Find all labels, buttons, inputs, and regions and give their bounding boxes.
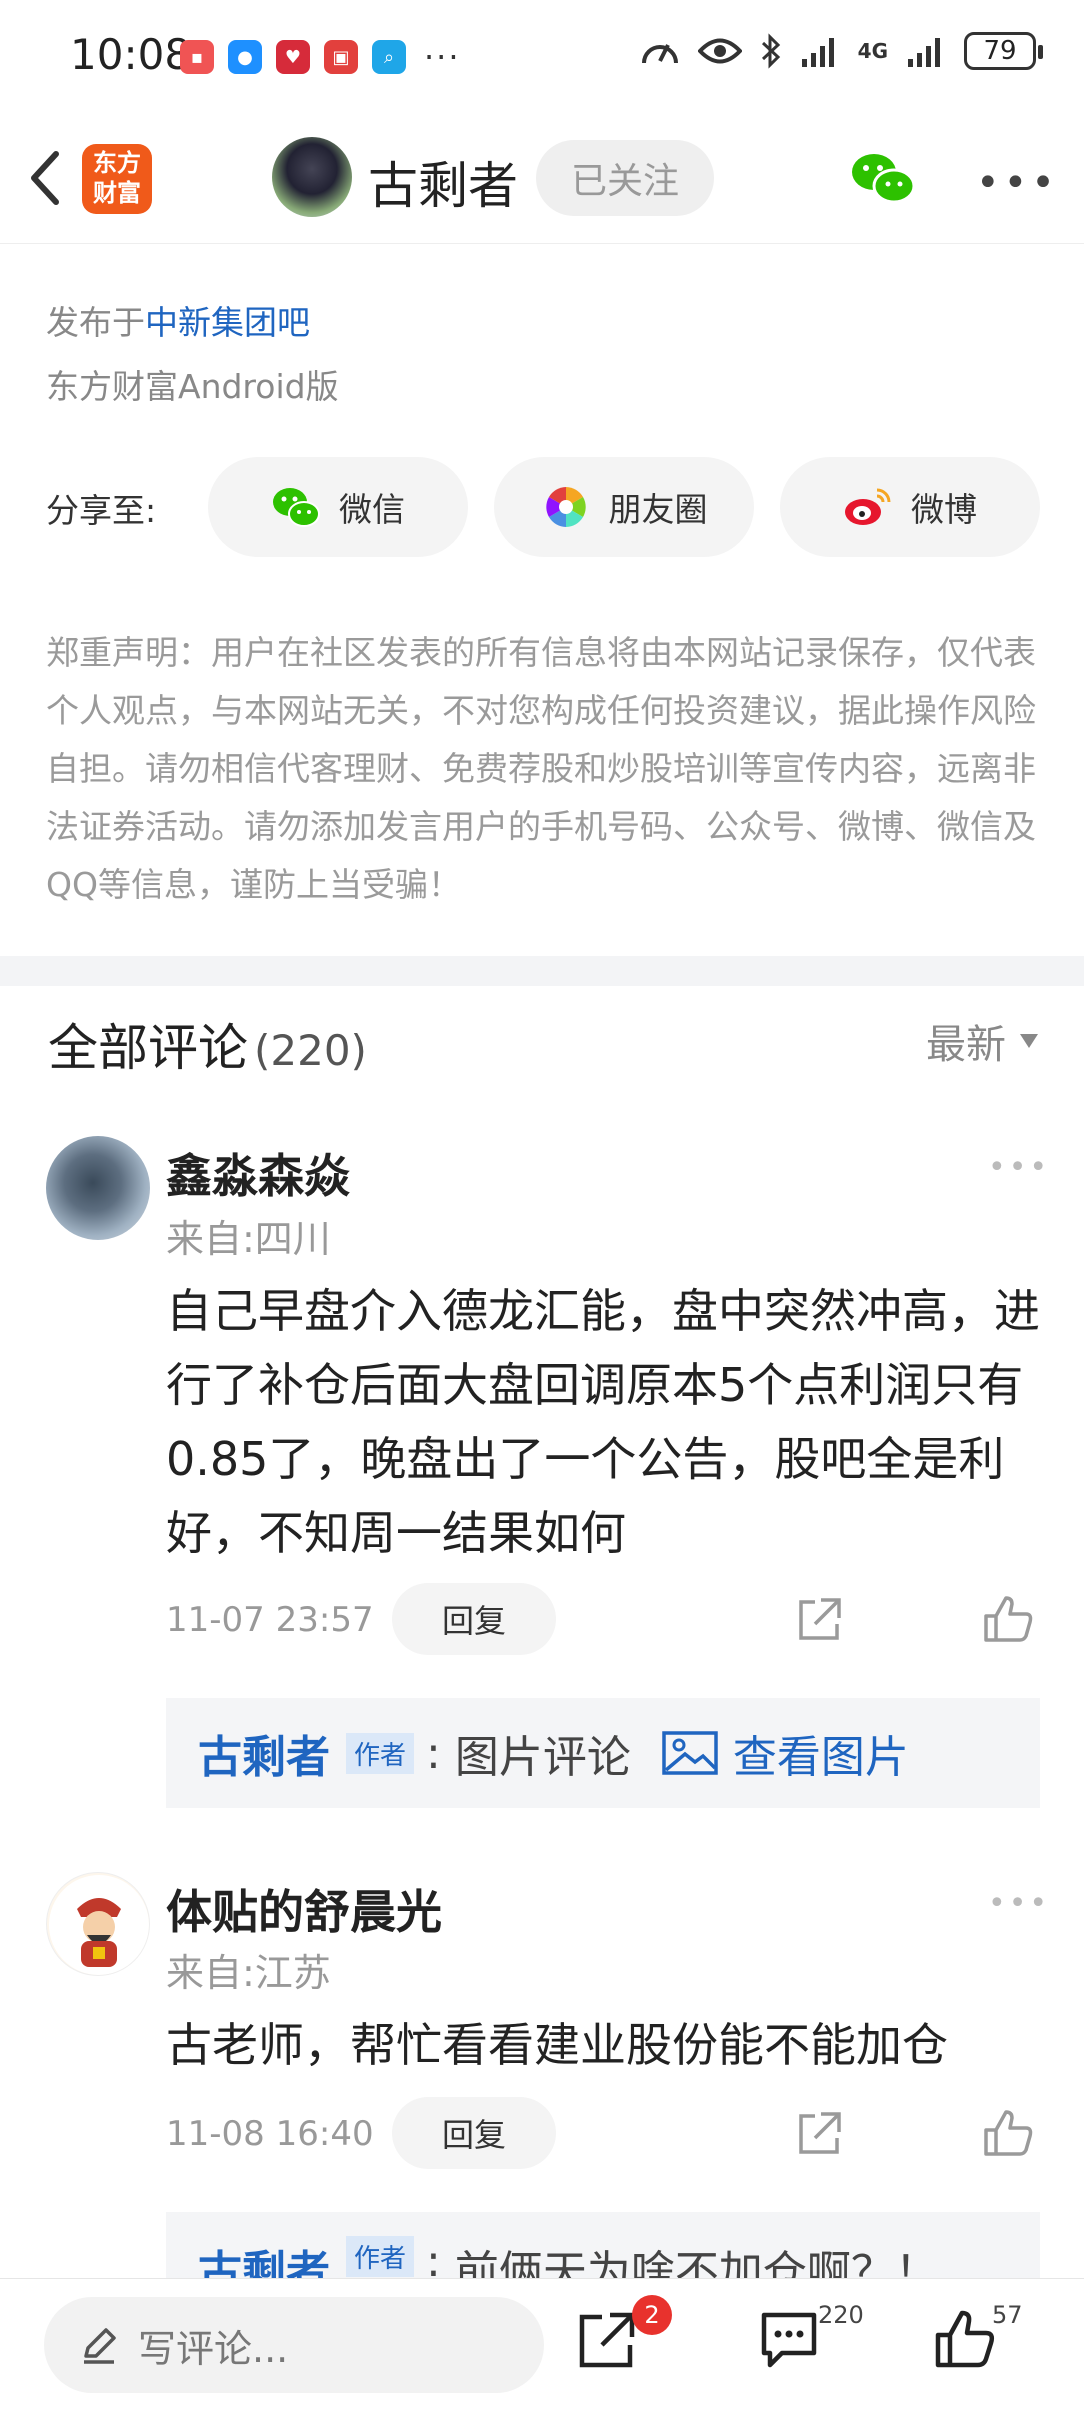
comment-icon[interactable] xyxy=(758,2309,820,2371)
section-divider xyxy=(0,956,1084,986)
sub-reply-text: 前俩天为啥不加仓啊？！ xyxy=(454,2247,939,2278)
speed-icon xyxy=(641,44,678,64)
sub-reply-author[interactable]: 古剩者 xyxy=(198,2236,330,2278)
write-comment-placeholder: 写评论... xyxy=(138,2326,289,2371)
forum-link[interactable]: 中新集团吧 xyxy=(145,303,310,342)
sort-dropdown[interactable]: 最新 xyxy=(926,1012,1038,1070)
write-comment-input[interactable]: 写评论... xyxy=(44,2297,544,2393)
like-icon[interactable] xyxy=(934,2309,996,2371)
share-icon[interactable] xyxy=(795,2110,843,2158)
comments-title: 全部评论 (220) xyxy=(48,1008,367,1080)
share-moments-label: 朋友圈 xyxy=(608,490,708,529)
author-sub-reply[interactable]: 古剩者 作者 : 图片评论 查看图片 xyxy=(166,1698,1040,1808)
more-options-icon[interactable]: ••• xyxy=(976,160,1059,206)
search-notification-icon: ⌕ xyxy=(372,40,406,74)
author-name[interactable]: 古剩者 xyxy=(368,146,518,218)
sort-label: 最新 xyxy=(926,1022,1006,1068)
comment-time: 11-07 23:57 xyxy=(166,1600,374,1640)
bottom-action-bar: 写评论... 2 220 57 xyxy=(0,2278,1084,2412)
dropdown-arrow-icon xyxy=(1020,1034,1038,1048)
image-icon[interactable] xyxy=(661,1730,719,1776)
like-count: 57 xyxy=(992,2301,1023,2329)
post-platform: 东方财富Android版 xyxy=(46,367,339,406)
sub-reply-separator: : xyxy=(426,2236,441,2278)
post-source: 发布于中新集团吧 xyxy=(46,296,310,344)
comment-count: 220 xyxy=(818,2301,864,2329)
author-tag: 作者 xyxy=(346,2236,415,2277)
signal-icon xyxy=(801,38,834,67)
like-icon[interactable] xyxy=(982,2108,1034,2158)
comment-text: 自己早盘介入德龙汇能，盘中突然冲高，进行了补仓后面大盘回调原本5个点利润只有0.… xyxy=(166,1284,1040,1560)
comments-title-label: 全部评论 xyxy=(48,1019,248,1077)
pencil-icon xyxy=(84,2328,116,2364)
top-navigation-bar: 东方 财富 古剩者 已关注 ••• xyxy=(0,110,1084,244)
signal-icon-2 xyxy=(908,38,940,67)
like-icon[interactable] xyxy=(982,1594,1034,1644)
disclaimer-text: 郑重声明：用户在社区发表的所有信息将由本网站记录保存，仅代表个人观点，与本网站无… xyxy=(46,633,1036,904)
weibo-icon xyxy=(845,488,891,525)
status-time: 10:08 xyxy=(70,30,192,79)
comment-more-icon[interactable]: ••• xyxy=(988,1886,1050,1921)
follow-button[interactable]: 已关注 xyxy=(536,140,714,216)
sub-reply-separator: : xyxy=(426,1727,441,1779)
wechat-icon xyxy=(273,488,320,527)
chat-notification-icon: ● xyxy=(228,40,262,74)
share-weibo-label: 微博 xyxy=(911,490,977,529)
share-weibo-button[interactable]: 微博 xyxy=(780,457,1040,557)
moments-icon xyxy=(545,487,586,527)
share-moments-button[interactable]: 朋友圈 xyxy=(494,457,754,557)
comment-more-icon[interactable]: ••• xyxy=(988,1150,1050,1185)
reply-button[interactable]: 回复 xyxy=(392,1583,556,1655)
share-wechat-label: 微信 xyxy=(339,490,405,529)
comment-location: 来自:四川 xyxy=(166,1217,331,1261)
wechat-share-icon[interactable] xyxy=(850,150,916,206)
back-arrow-icon[interactable] xyxy=(22,148,70,208)
forward-badge: 2 xyxy=(632,2295,672,2335)
more-notifications-icon: ··· xyxy=(424,38,461,76)
share-label: 分享至: xyxy=(46,491,157,530)
forward-icon[interactable] xyxy=(576,2309,638,2371)
comment-avatar[interactable] xyxy=(46,1872,150,1976)
view-image-link[interactable]: 查看图片 xyxy=(733,1721,909,1785)
comment-location: 来自:江苏 xyxy=(166,1951,331,1995)
notification-icons: ▪ ● ♥ ▣ ⌕ ··· xyxy=(180,38,461,76)
comment-text: 古老师，帮忙看看建业股份能不能加仓 xyxy=(166,2018,948,2072)
status-bar: 10:08 ▪ ● ♥ ▣ ⌕ ··· 4G 79 xyxy=(0,0,1084,110)
reply-button[interactable]: 回复 xyxy=(392,2097,556,2169)
comment-author[interactable]: 鑫淼森焱 xyxy=(166,1140,350,1206)
shop-notification-icon: ♥ xyxy=(276,40,310,74)
share-wechat-button[interactable]: 微信 xyxy=(208,457,468,557)
app-logo[interactable]: 东方 财富 xyxy=(82,144,152,214)
posted-in-label: 发布于 xyxy=(46,303,145,342)
mall-notification-icon: ▣ xyxy=(324,40,358,74)
sub-reply-text: 图片评论 xyxy=(454,1732,631,1783)
bluetooth-icon xyxy=(761,33,780,69)
comment-avatar[interactable] xyxy=(46,1136,150,1240)
share-icon[interactable] xyxy=(795,1596,843,1644)
fortune-god-avatar-icon xyxy=(49,1875,149,1975)
system-status: 4G 79 xyxy=(640,32,1043,70)
network-type: 4G xyxy=(857,39,888,63)
comment-author[interactable]: 体贴的舒晨光 xyxy=(166,1876,442,1942)
author-tag: 作者 xyxy=(346,1732,415,1774)
sub-reply-author[interactable]: 古剩者 xyxy=(198,1721,330,1785)
comment-time: 11-08 16:40 xyxy=(166,2114,374,2154)
eye-icon xyxy=(697,38,742,64)
comments-count: (220) xyxy=(254,1026,367,1075)
app-notification-icon: ▪ xyxy=(180,40,214,74)
author-avatar[interactable] xyxy=(272,137,352,217)
battery-indicator: 79 xyxy=(964,32,1043,70)
author-sub-reply[interactable]: 古剩者 作者 : 前俩天为啥不加仓啊？！ xyxy=(166,2212,1040,2278)
